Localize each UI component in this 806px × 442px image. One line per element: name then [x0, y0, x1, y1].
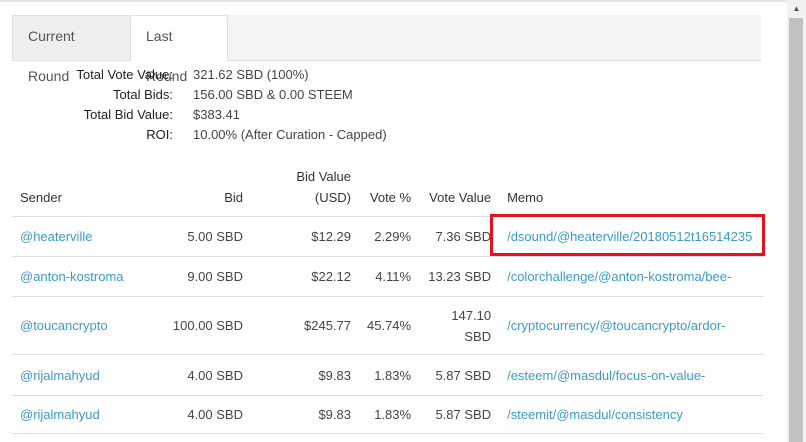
vote-value-cell: 13.23 SBD [419, 256, 500, 297]
vote-value-cell: 7.36 SBD [419, 216, 500, 257]
scrollbar-thumb[interactable] [789, 18, 803, 442]
summary-total-vote-value: Total Vote Value: 321.62 SBD (100%) [12, 67, 387, 87]
summary-value: 10.00% (After Curation - Capped) [193, 127, 387, 142]
header-bid-value: Bid Value (USD) [251, 162, 359, 217]
summary-total-bids: Total Bids: 156.00 SBD & 0.00 STEEM [12, 87, 387, 107]
header-vote-pct: Vote % [359, 162, 420, 217]
memo-link[interactable]: /colorchallenge/@anton-kostroma/bee- [507, 269, 731, 284]
bid-cell: 9.00 SBD [161, 256, 251, 297]
summary-label: Total Bid Value: [83, 107, 173, 122]
sender-link[interactable]: @rijalmahyud [20, 407, 100, 422]
vote-pct-cell: 4.11% [359, 256, 420, 297]
round-tabs: Current Round Last Round [12, 15, 761, 84]
sender-link[interactable]: @toucancrypto [20, 318, 108, 333]
summary-value: 156.00 SBD & 0.00 STEEM [193, 87, 353, 102]
header-memo: Memo [499, 162, 763, 217]
vote-pct-cell: 1.83% [359, 395, 420, 434]
table-row: @toucancrypto 100.00 SBD $245.77 45.74% … [12, 296, 763, 355]
vote-value-cell: 147.10 SBD [419, 296, 500, 355]
summary-label: Total Vote Value: [76, 67, 173, 82]
vote-pct-cell: 2.29% [359, 216, 420, 257]
table-row: @rijalmahyud 4.00 SBD $9.83 1.83% 5.87 S… [12, 395, 763, 434]
bid-value-cell: $12.29 [251, 216, 359, 257]
bid-cell: 4.00 SBD [161, 395, 251, 434]
summary-label: Total Bids: [113, 87, 173, 102]
sender-link[interactable]: @rijalmahyud [20, 368, 100, 383]
memo-link[interactable]: /steemit/@masdul/consistency [507, 407, 683, 422]
tab-current-round[interactable]: Current Round [12, 15, 130, 84]
bid-value-cell: $9.83 [251, 395, 359, 434]
header-bid: Bid [161, 162, 251, 217]
table-header-row: Sender Bid Bid Value (USD) Vote % Vote V… [12, 162, 763, 217]
bid-cell: 5.00 SBD [161, 216, 251, 257]
summary-label: ROI: [146, 127, 173, 142]
bid-value-cell: $22.12 [251, 256, 359, 297]
memo-highlight-box [490, 214, 765, 256]
table-row: @anton-kostroma 9.00 SBD $22.12 4.11% 13… [12, 256, 763, 297]
table-row: @rijalmahyud 4.00 SBD $9.83 1.83% 5.87 S… [12, 354, 763, 396]
header-vote-value: Vote Value [419, 162, 500, 217]
vertical-scrollbar[interactable]: ▲ [787, 0, 806, 442]
memo-link[interactable]: /esteem/@masdul/focus-on-value- [507, 368, 705, 383]
summary-value: $383.41 [193, 107, 240, 122]
header-sender: Sender [12, 162, 161, 217]
vote-pct-cell: 45.74% [359, 296, 420, 355]
round-summary: Total Vote Value: 321.62 SBD (100%) Tota… [12, 67, 387, 147]
summary-total-bid-value: Total Bid Value: $383.41 [12, 107, 387, 127]
tab-last-round[interactable]: Last Round [130, 15, 228, 84]
vote-pct-cell: 1.83% [359, 354, 420, 396]
bid-cell: 4.00 SBD [161, 354, 251, 396]
memo-link[interactable]: /cryptocurrency/@toucancrypto/ardor- [507, 318, 725, 333]
bids-table: Sender Bid Bid Value (USD) Vote % Vote V… [12, 162, 763, 434]
sender-link[interactable]: @anton-kostroma [20, 269, 124, 284]
sender-link[interactable]: @heaterville [20, 229, 92, 244]
scroll-up-arrow-icon[interactable]: ▲ [787, 0, 806, 17]
vote-value-cell: 5.87 SBD [419, 395, 500, 434]
vote-value-cell: 5.87 SBD [419, 354, 500, 396]
summary-value: 321.62 SBD (100%) [193, 67, 309, 82]
summary-roi: ROI: 10.00% (After Curation - Capped) [12, 127, 387, 147]
bid-cell: 100.00 SBD [161, 296, 251, 355]
bid-value-cell: $245.77 [251, 296, 359, 355]
bid-value-cell: $9.83 [251, 354, 359, 396]
